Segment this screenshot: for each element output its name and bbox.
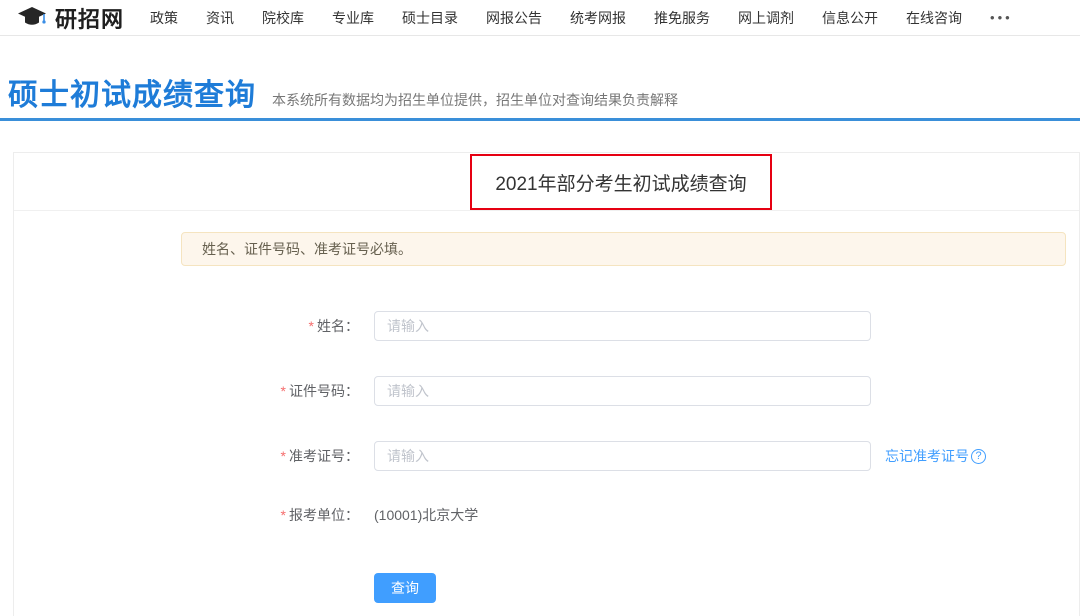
required-asterisk: * [281,448,286,464]
red-highlight-box: 2021年部分考生初试成绩查询 [470,154,772,210]
id-number-input[interactable] [374,376,871,406]
page-title: 硕士初试成绩查询 [8,70,256,114]
required-asterisk: * [281,507,286,523]
page-subtitle: 本系统所有数据均为招生单位提供，招生单位对查询结果负责解释 [272,90,678,110]
id-number-label: *证件号码： [14,381,359,401]
top-navigation-bar: 研招网 政策 资讯 院校库 专业库 硕士目录 网报公告 统考网报 推免服务 网上… [0,0,1080,36]
required-fields-notice: 姓名、证件号码、准考证号必填。 [181,232,1066,266]
nav-item-registration-notice[interactable]: 网报公告 [486,8,542,28]
form-row-target-institution: *报考单位： (10001)北京大学 [14,506,1079,524]
site-logo[interactable]: 研招网 [18,2,124,34]
blue-divider-line [0,118,1080,121]
nav-item-unified-exam-registration[interactable]: 统考网报 [570,8,626,28]
nav-item-major-library[interactable]: 专业库 [332,8,374,28]
question-circle-icon[interactable]: ? [971,449,986,464]
nav-item-master-catalog[interactable]: 硕士目录 [402,8,458,28]
nav-item-news[interactable]: 资讯 [206,8,234,28]
nav-menu: 政策 资讯 院校库 专业库 硕士目录 网报公告 统考网报 推免服务 网上调剂 信… [150,8,1013,28]
form-row-admission-ticket: *准考证号： 忘记准考证号 ? [14,441,1079,471]
card-header: 2021年部分考生初试成绩查询 [14,153,1079,211]
nav-item-online-adjustment[interactable]: 网上调剂 [738,8,794,28]
query-form: *姓名： *证件号码： *准考证号： 忘记准考证号 ? *报考单位： (1000… [14,311,1079,603]
nav-item-college-library[interactable]: 院校库 [262,8,304,28]
target-institution-value: (10001)北京大学 [374,505,478,525]
admission-ticket-label: *准考证号： [14,446,359,466]
forgot-admission-ticket-link[interactable]: 忘记准考证号 ? [885,446,986,466]
nav-item-policy[interactable]: 政策 [150,8,178,28]
score-query-card: 2021年部分考生初试成绩查询 姓名、证件号码、准考证号必填。 *姓名： *证件… [13,152,1080,616]
required-asterisk: * [281,383,286,399]
query-button[interactable]: 查询 [374,573,436,603]
site-logo-text[interactable]: 研招网 [55,2,124,34]
target-institution-label: *报考单位： [14,505,359,525]
name-input[interactable] [374,311,871,341]
form-row-name: *姓名： [14,311,1079,341]
form-row-id-number: *证件号码： [14,376,1079,406]
page-header: 硕士初试成绩查询 本系统所有数据均为招生单位提供，招生单位对查询结果负责解释 [0,36,1080,118]
nav-more-ellipsis-icon[interactable]: ••• [990,10,1013,25]
name-label: *姓名： [14,316,359,336]
admission-ticket-input[interactable] [374,441,871,471]
button-row: 查询 [14,573,1079,603]
nav-item-info-disclosure[interactable]: 信息公开 [822,8,878,28]
nav-item-exemption-service[interactable]: 推免服务 [654,8,710,28]
required-asterisk: * [309,318,314,334]
graduation-cap-icon [18,7,48,29]
card-title: 2021年部分考生初试成绩查询 [495,169,746,196]
nav-item-online-consult[interactable]: 在线咨询 [906,8,962,28]
